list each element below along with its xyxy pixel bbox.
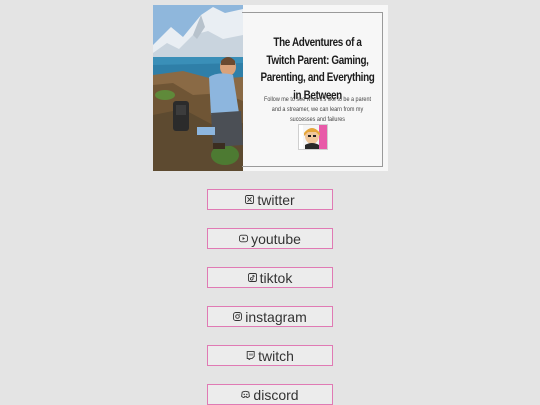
twitch-icon — [246, 351, 255, 360]
youtube-link-button[interactable]: youtube — [207, 228, 333, 249]
youtube-link-label: youtube — [251, 230, 301, 247]
instagram-link-button[interactable]: instagram — [207, 306, 333, 327]
avatar — [298, 124, 328, 150]
page: The Adventures of a Twitch Parent: Gamin… — [0, 0, 540, 405]
page-description: Follow me to see what it's like to be a … — [264, 96, 371, 123]
tiktok-link-button[interactable]: tiktok — [207, 267, 333, 288]
profile-photo — [153, 5, 243, 171]
discord-link-button[interactable]: discord — [207, 384, 333, 405]
tiktok-icon — [247, 273, 257, 282]
instagram-link-label: instagram — [245, 308, 307, 325]
card-text-area: The Adventures of a Twitch Parent: Gamin… — [243, 5, 388, 171]
tiktok-link-label: tiktok — [259, 269, 293, 286]
discord-icon — [241, 390, 251, 399]
twitter-link-button[interactable]: twitter — [207, 189, 333, 210]
discord-link-label: discord — [253, 386, 299, 403]
profile-header-card: The Adventures of a Twitch Parent: Gamin… — [153, 5, 388, 171]
x-icon — [245, 195, 255, 204]
twitter-link-label: twitter — [257, 191, 295, 208]
youtube-icon — [239, 234, 249, 243]
twitch-link-button[interactable]: twitch — [207, 345, 333, 366]
twitch-link-label: twitch — [258, 347, 294, 364]
instagram-icon — [233, 312, 243, 321]
